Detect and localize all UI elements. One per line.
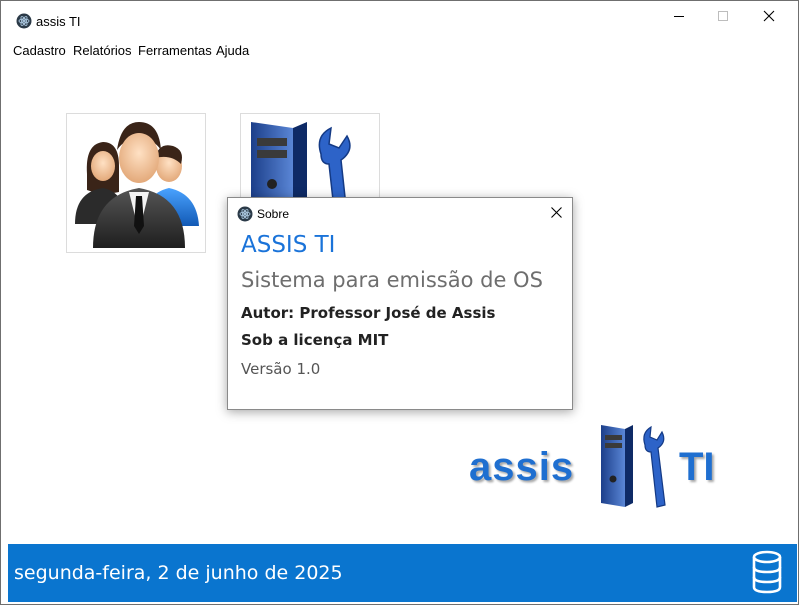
- menu-bar: Cadastro Relatórios Ferramentas Ajuda: [1, 41, 798, 63]
- minimize-icon: [674, 16, 684, 17]
- close-button[interactable]: [746, 1, 792, 31]
- maximize-button[interactable]: [700, 1, 746, 31]
- menu-relatorios[interactable]: Relatórios: [73, 43, 132, 58]
- menu-cadastro[interactable]: Cadastro: [13, 43, 66, 58]
- users-icon: [75, 122, 199, 248]
- status-bar: segunda-feira, 2 de junho de 2025: [8, 544, 797, 602]
- app-icon: [16, 13, 32, 29]
- logo-computer-icon: [601, 425, 666, 508]
- assis-ti-logo: assis TI: [469, 421, 739, 511]
- menu-ajuda[interactable]: Ajuda: [216, 43, 249, 58]
- about-dialog: Sobre ASSIS TI Sistema para emissão de O…: [227, 197, 573, 410]
- database-icon[interactable]: [751, 550, 783, 594]
- dialog-license: Sob a licença MIT: [241, 331, 389, 349]
- main-window: assis TI Cadastro Relatórios Ferramentas…: [0, 0, 799, 605]
- logo-text-assis: assis: [469, 445, 575, 489]
- dialog-title: Sobre: [257, 207, 290, 221]
- dialog-app-name: ASSIS TI: [241, 232, 336, 258]
- clients-tile-button[interactable]: [66, 113, 206, 253]
- status-date: segunda-feira, 2 de junho de 2025: [14, 562, 343, 584]
- dialog-app-icon: [237, 206, 253, 222]
- title-bar[interactable]: assis TI: [1, 1, 798, 31]
- close-icon: [763, 10, 775, 22]
- dialog-author: Autor: Professor José de Assis: [241, 304, 496, 322]
- minimize-button[interactable]: [656, 1, 702, 31]
- close-icon: [550, 206, 562, 218]
- dialog-close-button[interactable]: [546, 203, 566, 221]
- dialog-description: Sistema para emissão de OS: [241, 268, 543, 292]
- window-title: assis TI: [36, 14, 81, 29]
- menu-ferramentas[interactable]: Ferramentas: [138, 43, 212, 58]
- maximize-icon: [718, 11, 728, 21]
- dialog-version: Versão 1.0: [241, 360, 321, 378]
- logo-text-ti: TI: [679, 445, 715, 489]
